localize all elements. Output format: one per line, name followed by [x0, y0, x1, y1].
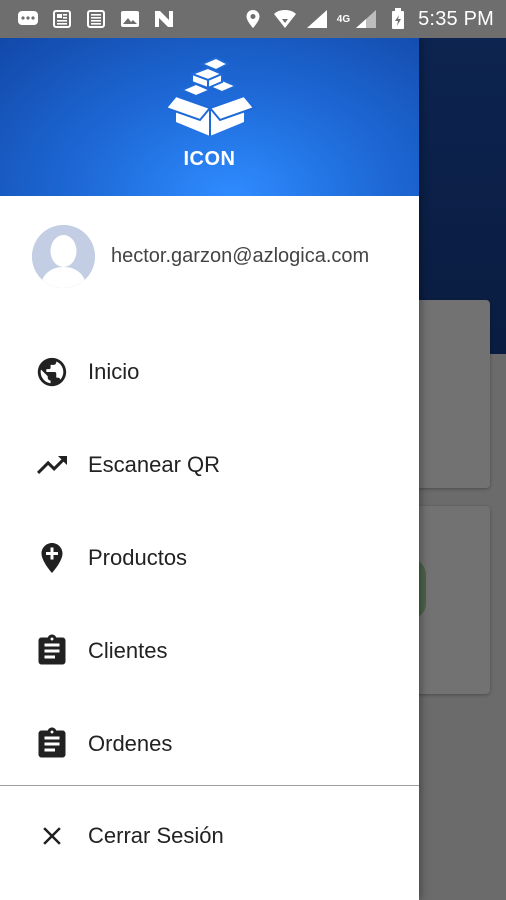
menu-item-label: Ordenes — [88, 730, 173, 756]
menu-item-escanear-qr[interactable]: Escanear QR — [0, 418, 419, 511]
news-icon — [50, 8, 74, 30]
user-profile: hector.garzon@azlogica.com — [0, 216, 419, 296]
logout-label: Cerrar Sesión — [88, 822, 224, 848]
clock: 5:35 PM — [418, 7, 494, 30]
globe-icon — [32, 352, 72, 392]
menu-item-clientes[interactable]: Clientes — [0, 604, 419, 697]
notification-icons — [0, 8, 176, 30]
menu-item-label: Escanear QR — [88, 451, 221, 477]
image-icon — [118, 8, 142, 30]
add-location-icon — [32, 538, 72, 578]
signal-icon — [305, 8, 329, 30]
navigation-drawer: ICON hector.garzon@azlogica.com Inicio E… — [0, 38, 419, 900]
logout-button[interactable]: Cerrar Sesión — [0, 789, 419, 882]
trending-up-icon — [32, 445, 72, 485]
close-icon — [32, 816, 72, 856]
menu-item-productos[interactable]: Productos — [0, 511, 419, 604]
n-app-icon — [152, 8, 176, 30]
signal-icon — [354, 8, 378, 30]
location-icon — [241, 8, 265, 30]
user-email: hector.garzon@azlogica.com — [111, 244, 370, 267]
app-name: ICON — [183, 148, 236, 170]
menu-item-label: Inicio — [88, 358, 140, 384]
clipboard-icon — [32, 724, 72, 764]
status-bar: 4G 5:35 PM — [0, 0, 506, 38]
drawer-header: ICON — [0, 38, 419, 196]
default-avatar-icon — [32, 224, 95, 288]
menu-item-inicio[interactable]: Inicio — [0, 325, 419, 418]
menu-item-label: Productos — [88, 544, 188, 570]
drawer-menu: Inicio Escanear QR Productos Clientes Or… — [0, 325, 419, 790]
messages-icon — [16, 8, 40, 30]
menu-item-ordenes[interactable]: Ordenes — [0, 697, 419, 790]
boxes-logo-icon — [162, 56, 258, 138]
news-icon — [84, 8, 108, 30]
menu-item-label: Clientes — [88, 637, 168, 663]
menu-divider — [0, 785, 419, 786]
clipboard-icon — [32, 631, 72, 671]
system-icons: 4G 5:35 PM — [241, 8, 506, 31]
wifi-icon — [273, 8, 297, 30]
network-type: 4G — [336, 13, 351, 25]
battery-icon — [386, 8, 410, 30]
